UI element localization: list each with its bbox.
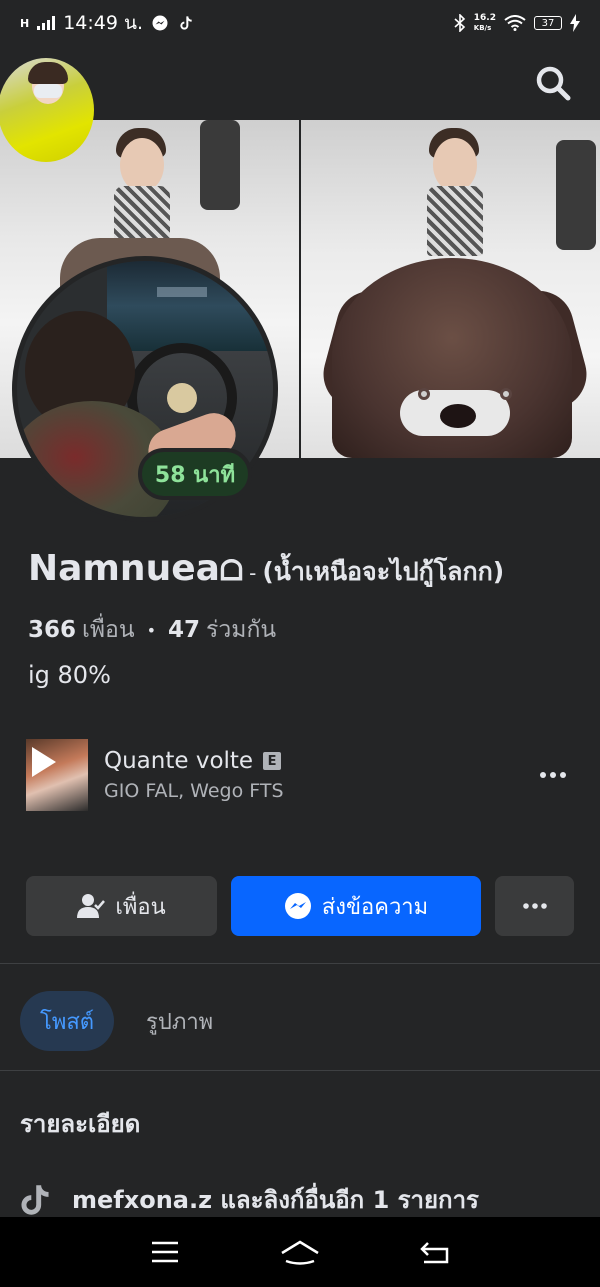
mutual-label[interactable]: ร่วมกัน <box>206 612 276 648</box>
tiktok-link-row[interactable]: mefxona.z และลิงก์อื่นอีก 1 รายการ <box>20 1180 479 1219</box>
net-speed: 16.2 KB/s <box>473 13 496 32</box>
avatar-hair <box>28 62 68 84</box>
active-status-badge: 58 นาที <box>138 448 252 500</box>
home-nav-icon[interactable] <box>280 1239 320 1265</box>
steering-wheel-hub <box>167 383 197 413</box>
name-separator: - <box>249 561 257 585</box>
music-title-row: Quante volte E <box>104 748 284 774</box>
more-icon <box>522 903 547 909</box>
tiktok-status-icon <box>180 16 192 30</box>
search-icon <box>536 66 571 101</box>
explicit-badge: E <box>263 752 282 770</box>
add-friend-icon <box>77 894 106 918</box>
profile-name-symbol: ᗝ <box>219 554 244 587</box>
messenger-icon <box>284 893 311 919</box>
more-actions-button[interactable] <box>495 876 574 936</box>
clock: 14:49 น. <box>63 12 144 34</box>
tiktok-link-text[interactable]: mefxona.z และลิงก์อื่นอีก 1 รายการ <box>72 1180 479 1219</box>
details-title: รายละเอียด <box>20 1110 141 1138</box>
search-button[interactable] <box>534 64 572 102</box>
mutual-count[interactable]: 47 <box>168 617 200 643</box>
tiktok-icon <box>21 1184 49 1215</box>
section-divider <box>0 963 600 964</box>
profile-music[interactable]: Quante volte E GIO FAL, Wego FTS <box>26 738 574 812</box>
messenger-status-icon <box>152 15 168 31</box>
message-button[interactable]: ส่งข้อความ <box>231 876 481 936</box>
music-title: Quante volte <box>104 748 254 774</box>
more-dot <box>550 772 556 778</box>
status-left: H 14:49 น. <box>20 8 193 38</box>
story-avatar[interactable] <box>0 58 94 162</box>
music-artist: GIO FAL, Wego FTS <box>104 780 284 802</box>
friends-button-label: เพื่อน <box>115 894 166 920</box>
charging-icon <box>570 14 580 32</box>
bluetooth-icon <box>454 14 465 32</box>
status-bar: H 14:49 น. 16.2 KB/s 37 <box>0 0 600 46</box>
arcade-screen <box>107 261 267 351</box>
kid-dress <box>427 186 483 256</box>
alternate-name: (น้ำเหนือจะไปกู้โลกก) <box>262 557 505 586</box>
message-button-label: ส่งข้อความ <box>321 894 429 920</box>
kid-head <box>120 138 164 192</box>
tab-posts[interactable]: โพสต์ <box>20 991 115 1051</box>
more-dot <box>540 772 546 778</box>
system-nav-bar <box>0 1217 600 1287</box>
wifi-icon <box>504 15 526 31</box>
profile-name-text: Namnuea <box>28 548 220 589</box>
menu-nav-icon[interactable] <box>150 1240 180 1264</box>
friends-label[interactable]: เพื่อน <box>82 612 135 648</box>
music-thumbnail[interactable] <box>26 739 88 811</box>
background-person <box>556 140 596 250</box>
back-nav-icon[interactable] <box>420 1239 450 1265</box>
network-indicator: H <box>20 16 30 30</box>
plush-dog-eye <box>418 388 430 400</box>
plush-dog-eye <box>500 388 512 400</box>
profile-bio: ig 80% <box>28 661 111 689</box>
avatar-mask <box>34 84 62 98</box>
friends-button[interactable]: เพื่อน <box>26 876 217 936</box>
play-icon[interactable] <box>32 747 56 777</box>
battery-indicator: 37 <box>534 16 562 30</box>
profile-name: Namnuea ᗝ - (น้ำเหนือจะไปกู้โลกก) <box>28 548 504 592</box>
stat-separator: • <box>146 620 157 640</box>
profile-stats: 366 เพื่อน • 47 ร่วมกัน <box>28 612 276 648</box>
profile-actions: เพื่อน ส่งข้อความ <box>26 876 574 936</box>
signal-icon <box>37 16 56 30</box>
section-divider <box>0 1070 600 1071</box>
friends-count[interactable]: 366 <box>28 617 76 643</box>
kid-head <box>433 138 477 192</box>
music-info: Quante volte E GIO FAL, Wego FTS <box>104 748 284 802</box>
status-right: 16.2 KB/s 37 <box>454 13 580 33</box>
profile-tabs: โพสต์ รูปภาพ <box>20 990 213 1052</box>
arcade-screen-text <box>157 287 207 297</box>
tab-photos[interactable]: รูปภาพ <box>146 991 213 1051</box>
plush-dog-nose <box>440 404 476 428</box>
more-dot <box>560 772 566 778</box>
music-more-button[interactable] <box>540 772 566 778</box>
background-person <box>200 120 240 210</box>
